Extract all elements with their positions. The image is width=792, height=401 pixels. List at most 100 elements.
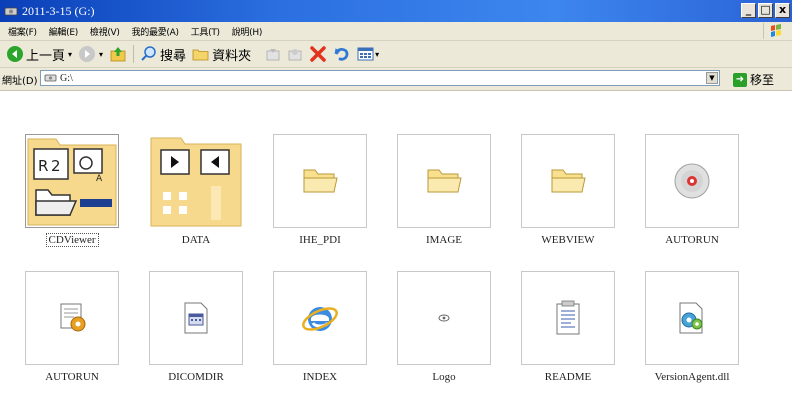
title-bar: 2011-3-15 (G:) _ □ x — [0, 0, 792, 22]
folders-label: 資料夾 — [212, 48, 252, 64]
file-thumbnail — [397, 134, 491, 228]
undo-icon — [334, 47, 349, 61]
up-button[interactable] — [109, 45, 127, 63]
views-dropdown-icon[interactable]: ▾ — [375, 50, 379, 59]
file-name: CDViewer — [13, 233, 131, 247]
file-name: DICOMDIR — [168, 371, 224, 383]
file-thumbnail: R 2 A — [25, 134, 119, 228]
file-name: Logo — [432, 371, 456, 383]
search-button[interactable]: 搜尋 — [140, 45, 186, 64]
delete-button[interactable] — [309, 45, 327, 63]
minimize-button[interactable]: _ — [741, 3, 756, 18]
drive-icon — [44, 74, 57, 82]
text-file-icon — [556, 300, 580, 335]
back-arrow-icon — [7, 46, 23, 62]
file-thumbnail — [645, 134, 739, 228]
file-thumbnail — [25, 271, 119, 365]
forward-dropdown-icon[interactable]: ▾ — [99, 50, 103, 59]
go-label: 移至 — [750, 73, 775, 87]
data-folder-icon — [150, 137, 242, 227]
address-label: 網址(D) — [2, 75, 38, 87]
file-thumbnail — [397, 271, 491, 365]
file-item-ihe-pdi[interactable]: IHE_PDI — [261, 134, 379, 246]
file-item-dicomdir[interactable]: DICOMDIR — [137, 271, 255, 383]
file-item-autorun-cd[interactable]: AUTORUN — [633, 134, 751, 246]
address-value: G:\ — [60, 72, 73, 84]
back-button[interactable]: 上一頁 ▾ — [6, 45, 72, 64]
back-label: 上一頁 — [26, 48, 66, 64]
file-item-data[interactable]: DATA — [137, 134, 255, 246]
file-name: AUTORUN — [665, 234, 719, 246]
file-name: VersionAgent.dll — [654, 371, 730, 383]
file-name: IMAGE — [425, 234, 463, 246]
move-to-button[interactable] — [265, 46, 281, 62]
file-thumbnail — [149, 134, 243, 228]
views-button[interactable]: ▾ — [357, 46, 379, 62]
cd-icon — [674, 163, 710, 199]
file-item-versionagent-dll[interactable]: VersionAgent.dll — [633, 271, 751, 383]
folder-up-icon — [110, 47, 126, 62]
undo-button[interactable] — [333, 45, 351, 63]
drive-icon — [4, 7, 18, 16]
file-name: INDEX — [302, 371, 338, 383]
folder-icon — [551, 169, 586, 193]
delete-x-icon — [310, 46, 326, 62]
file-name: README — [544, 371, 592, 383]
file-list: R 2 A CDViewer DATA IHE_PDI IMAGE WEBVIE… — [0, 91, 792, 401]
move-to-icon — [266, 49, 280, 61]
dll-icon — [679, 302, 703, 334]
file-item-readme[interactable]: README — [509, 271, 627, 383]
ie-icon — [302, 307, 338, 331]
back-dropdown-icon[interactable]: ▾ — [68, 50, 72, 59]
search-icon — [141, 46, 156, 61]
cdviewer-folder-icon: R 2 A — [27, 138, 117, 226]
file-name: AUTORUN — [45, 371, 99, 383]
forward-arrow-icon — [79, 46, 96, 62]
address-dropdown-button[interactable]: ▼ — [706, 72, 718, 84]
menu-tools[interactable]: 工具(T) — [191, 25, 220, 38]
file-item-logo[interactable]: Logo — [385, 271, 503, 383]
file-thumbnail — [521, 271, 615, 365]
folder-icon — [303, 169, 338, 193]
toolbar: 上一頁 ▾ ▾ 搜尋 資料夾 ▾ — [0, 41, 792, 68]
forward-button[interactable]: ▾ — [78, 45, 103, 63]
file-thumbnail — [149, 271, 243, 365]
go-button[interactable]: ➜ 移至 — [733, 71, 774, 88]
folders-button[interactable]: 資料夾 — [192, 45, 251, 64]
menu-view[interactable]: 檢視(V) — [90, 25, 120, 38]
menu-edit[interactable]: 編輯(E) — [49, 25, 79, 38]
setup-info-icon — [60, 303, 86, 332]
file-name: IHE_PDI — [299, 234, 341, 246]
menu-help[interactable]: 說明(H) — [232, 25, 263, 38]
menu-file[interactable]: 檔案(F) — [8, 25, 37, 38]
go-arrow-icon: ➜ — [733, 72, 747, 87]
file-item-image[interactable]: IMAGE — [385, 134, 503, 246]
maximize-button[interactable]: □ — [758, 3, 773, 18]
file-thumbnail — [273, 271, 367, 365]
windows-flag-icon — [771, 24, 781, 37]
menu-bar: 檔案(F) 編輯(E) 檢視(V) 我的最愛(A) 工具(T) 說明(H) — [0, 22, 792, 41]
copy-to-icon — [288, 49, 302, 61]
close-button[interactable]: x — [775, 3, 790, 18]
file-item-autorun-inf[interactable]: AUTORUN — [13, 271, 131, 383]
views-icon — [357, 47, 374, 61]
toolbar-separator — [133, 45, 135, 63]
folder-icon — [427, 169, 462, 193]
svg-text:A: A — [96, 174, 103, 184]
file-name: WEBVIEW — [541, 234, 595, 246]
search-label: 搜尋 — [160, 48, 187, 64]
copy-to-button[interactable] — [287, 46, 303, 62]
file-item-webview[interactable]: WEBVIEW — [509, 134, 627, 246]
address-input[interactable]: G:\ ▼ — [40, 70, 720, 86]
file-thumbnail — [645, 271, 739, 365]
file-icon — [184, 302, 208, 334]
svg-text:2: 2 — [51, 157, 61, 175]
menu-favorites[interactable]: 我的最愛(A) — [132, 25, 179, 38]
svg-text:R: R — [38, 157, 48, 175]
file-item-index[interactable]: INDEX — [261, 271, 379, 383]
folders-icon — [192, 49, 209, 61]
address-bar: 網址(D) G:\ ▼ ➜ 移至 — [0, 68, 792, 91]
windows-logo — [763, 23, 788, 39]
file-item-cdviewer[interactable]: R 2 A CDViewer — [13, 134, 131, 247]
file-name: DATA — [181, 234, 211, 246]
